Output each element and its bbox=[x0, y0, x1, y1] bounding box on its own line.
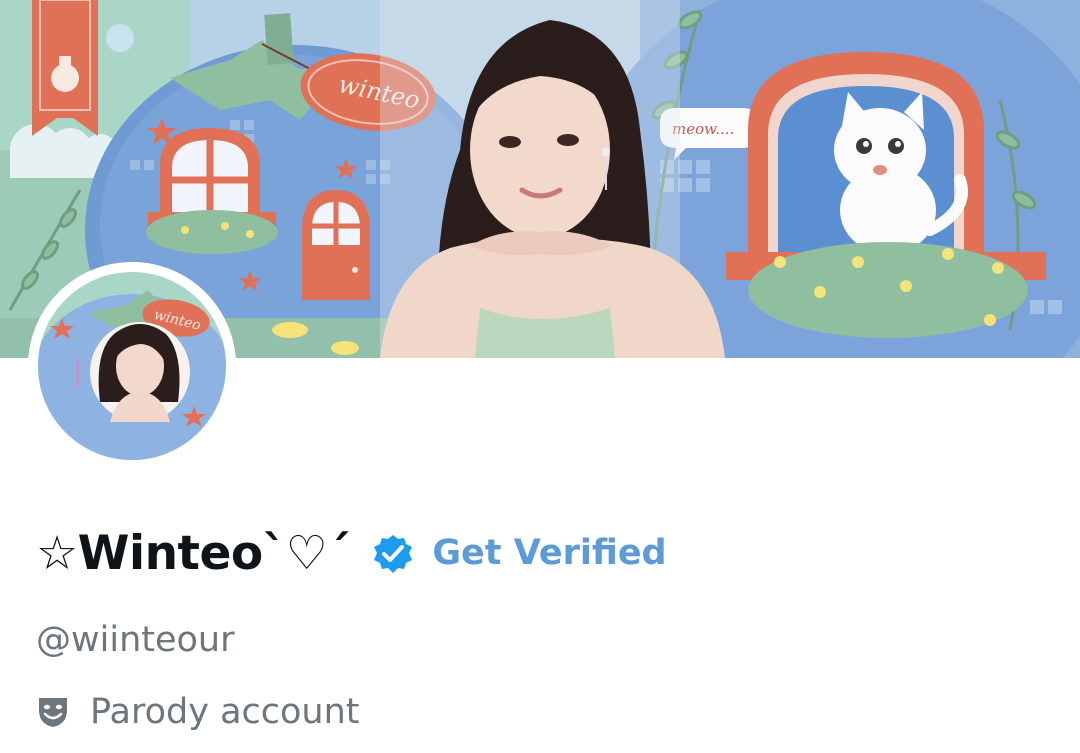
display-name: ☆Winteo`♡´ bbox=[36, 525, 351, 581]
parody-label-row: Parody account bbox=[36, 688, 360, 736]
theater-mask-icon bbox=[36, 695, 70, 729]
banner-speech-bubble-text: meow.... bbox=[672, 120, 734, 138]
profile-avatar[interactable]: winteo bbox=[28, 262, 236, 470]
get-verified-link[interactable]: Get Verified bbox=[432, 533, 666, 573]
profile-page: winteo meow.... winteo ☆Winteo`♡´ Get Ve… bbox=[0, 0, 1080, 753]
verified-badge-icon[interactable] bbox=[372, 533, 414, 575]
user-handle: @wiinteour bbox=[36, 620, 235, 660]
parody-account-label: Parody account bbox=[90, 692, 360, 732]
name-row: ☆Winteo`♡´ Get Verified bbox=[36, 518, 667, 588]
